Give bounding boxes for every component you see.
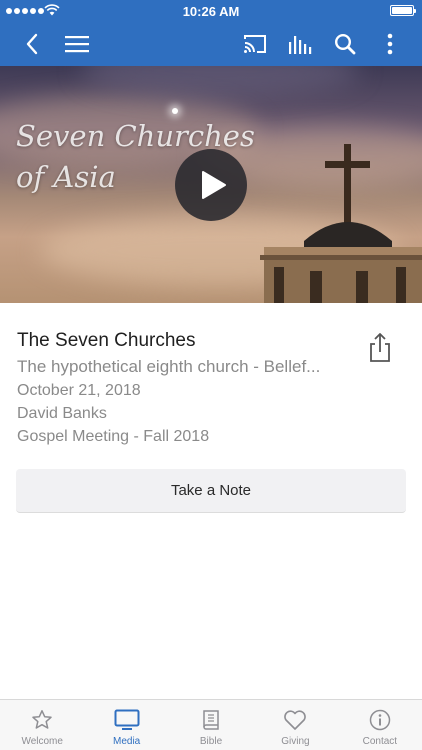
- church-dome-image: [260, 144, 422, 303]
- book-icon: [203, 710, 219, 730]
- equalizer-icon: [289, 36, 312, 54]
- video-title-line1: Seven Churches: [16, 119, 255, 153]
- play-button[interactable]: [175, 149, 247, 221]
- tab-bible[interactable]: Bible: [169, 700, 253, 750]
- tab-welcome-label: Welcome: [21, 736, 63, 747]
- more-icon: [387, 33, 393, 55]
- sermon-date: October 21, 2018: [17, 382, 141, 399]
- back-button[interactable]: [12, 22, 52, 66]
- search-icon: [334, 33, 356, 55]
- sermon-series: Gospel Meeting - Fall 2018: [17, 428, 210, 445]
- app-bar: [0, 22, 422, 66]
- play-icon: [201, 171, 226, 199]
- info-icon: [369, 709, 391, 731]
- star-icon: [32, 710, 52, 729]
- sermon-title: The Seven Churches: [17, 330, 196, 351]
- search-button[interactable]: [325, 22, 365, 66]
- tab-giving-label: Giving: [281, 736, 310, 747]
- heart-icon: [284, 710, 307, 730]
- take-note-button[interactable]: Take a Note: [16, 469, 406, 513]
- battery-icon: [390, 5, 416, 16]
- status-time: 10:26 AM: [182, 4, 240, 19]
- tab-welcome[interactable]: Welcome: [0, 700, 84, 750]
- equalizer-button[interactable]: [280, 22, 320, 66]
- tab-contact-label: Contact: [362, 736, 398, 747]
- tv-icon: [114, 709, 140, 730]
- star-light: [172, 108, 178, 114]
- tab-media[interactable]: Media: [84, 700, 168, 750]
- cast-button[interactable]: [235, 22, 275, 66]
- tab-bible-label: Bible: [199, 736, 223, 747]
- share-button[interactable]: [366, 333, 394, 363]
- sermon-details: The Seven Churches The hypothetical eigh…: [17, 328, 357, 448]
- tab-giving[interactable]: Giving: [253, 700, 337, 750]
- menu-button[interactable]: [57, 22, 97, 66]
- menu-icon: [65, 36, 89, 53]
- more-options-button[interactable]: [370, 22, 410, 66]
- video-player[interactable]: Seven Churches of Asia: [0, 66, 422, 303]
- back-icon: [26, 33, 38, 55]
- cast-icon: [244, 35, 266, 53]
- sermon-subtitle: The hypothetical eighth church - Bellef.…: [17, 357, 321, 376]
- share-icon: [370, 333, 390, 362]
- sermon-speaker: David Banks: [17, 405, 107, 422]
- status-bar: 10:26 AM: [0, 0, 422, 22]
- tab-bar: Welcome Media Bible Giving Contact: [0, 699, 422, 750]
- tab-contact[interactable]: Contact: [338, 700, 422, 750]
- tab-media-label: Media: [112, 736, 141, 747]
